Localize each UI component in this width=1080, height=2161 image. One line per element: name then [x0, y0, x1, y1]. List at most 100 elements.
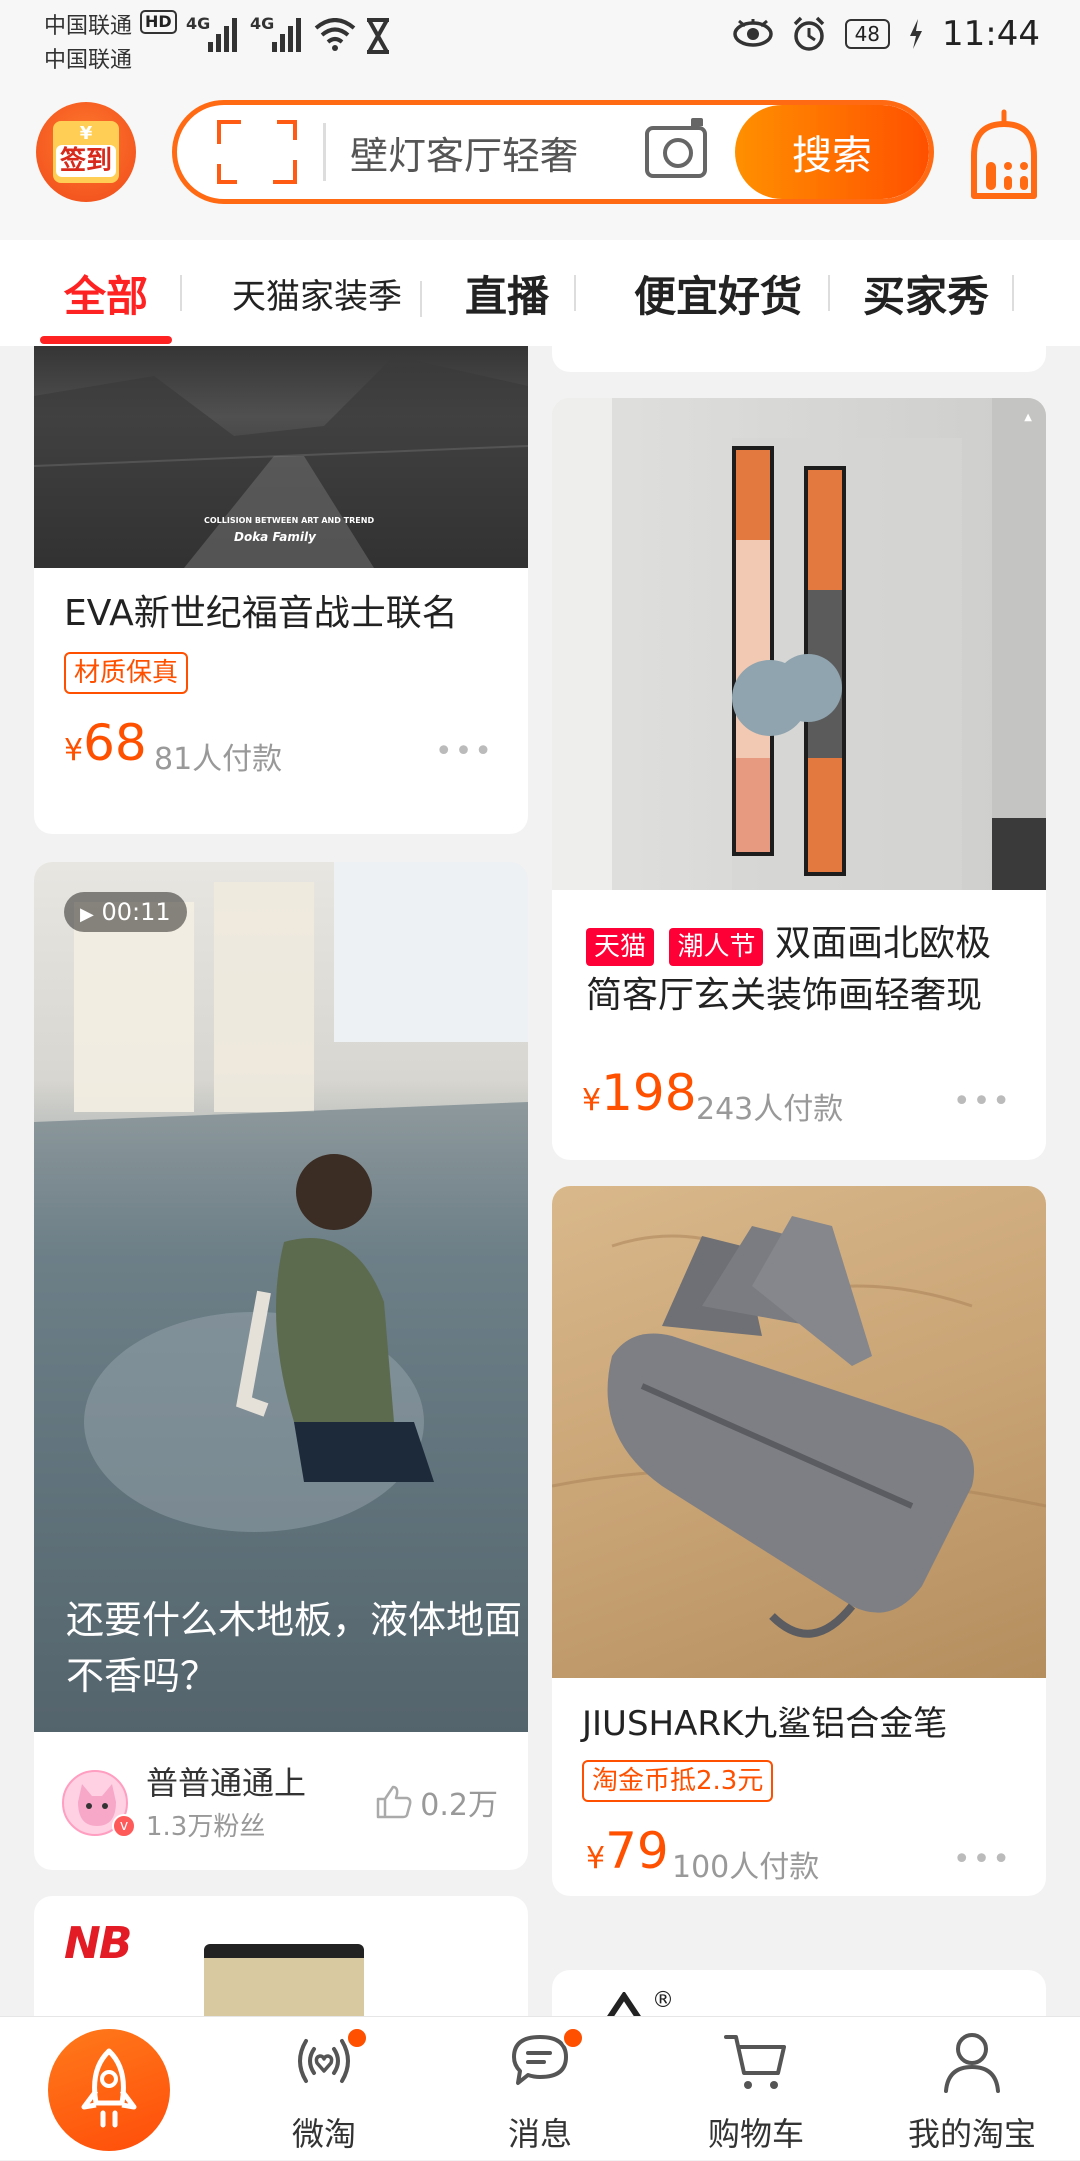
product-title: 天猫 潮人节 双面画北欧极 简客厅玄关装饰画轻奢现: [586, 918, 1026, 1022]
product-price: ¥68: [64, 714, 147, 772]
image-caption-1: COLLISION BETWEEN ART AND TREND: [204, 516, 375, 525]
play-icon: ▶: [80, 904, 94, 925]
wall-art-illustration: [552, 398, 1046, 890]
status-right-icons: 48 11:44: [732, 14, 1040, 54]
video-duration-badge: ▶ 00:11: [64, 892, 187, 932]
image-caption-2: Doka Family: [234, 530, 316, 544]
product-title-line2: 简客厅玄关装饰画轻奢现: [586, 975, 983, 1016]
product-image: ▲: [552, 398, 1046, 890]
product-price: ¥198: [582, 1064, 697, 1122]
signin-button[interactable]: 签到: [36, 102, 136, 202]
product-price: ¥79: [586, 1822, 669, 1880]
verified-icon: v: [112, 1814, 136, 1838]
tab-cheap-goods[interactable]: 便宜好货: [620, 263, 830, 324]
product-card-painting[interactable]: ▲ 天猫 潮人节 双面画北欧极 简客厅玄关装饰画轻奢现 ¥198 243人付款 …: [552, 398, 1046, 1160]
badge-row: 材质保真: [64, 652, 189, 694]
nav-my-taobao[interactable]: 我的淘宝: [864, 2017, 1080, 2161]
tab-live[interactable]: 直播: [452, 263, 576, 324]
product-image: COLLISION BETWEEN ART AND TREND Doka Fam…: [34, 346, 528, 568]
brand-logo-icon: [607, 1992, 641, 2016]
notification-dot: [346, 2027, 368, 2049]
watermark-logo: ▲: [1024, 412, 1032, 423]
price-value: 68: [83, 714, 147, 772]
hd-badge: HD: [140, 10, 177, 34]
alarm-icon: [793, 16, 824, 51]
category-tabs: 全部 天猫家装季 直播 便宜好货 买家秀: [0, 240, 1080, 346]
product-title-line1: 双面画北欧极: [774, 923, 991, 964]
like-count: 0.2万: [420, 1788, 498, 1823]
header-bar: 签到 壁灯客厅轻奢 搜索: [0, 80, 1080, 240]
currency-symbol: ¥: [64, 733, 84, 768]
paid-count: 100人付款: [672, 1850, 820, 1885]
product-card-partial-bottom[interactable]: ®: [552, 1970, 1046, 2016]
product-image: [204, 1944, 364, 2016]
paid-count: 243人付款: [696, 1092, 844, 1127]
rocket-glyph: [81, 2048, 137, 2128]
search-bar[interactable]: 壁灯客厅轻奢 搜索: [172, 100, 934, 204]
scan-icon[interactable]: [217, 120, 297, 184]
thumbs-up-icon: [377, 1785, 412, 1819]
wifi-icon: [314, 18, 356, 51]
status-bar: 中国联通 中国联通 HD 4G 4G 48 11:44: [0, 0, 1080, 80]
product-card-stand[interactable]: JIUSHARK九鲨铝合金笔 淘金币抵2.3元 ¥79 100人付款 •••: [552, 1186, 1046, 1896]
clock: 11:44: [942, 14, 1040, 54]
nav-messages[interactable]: 消息: [432, 2017, 648, 2161]
like-button[interactable]: 0.2万: [376, 1780, 498, 1824]
product-image: [552, 1186, 1046, 1678]
new-balance-logo: NB: [64, 1918, 132, 1969]
author-fans: 1.3万粉丝: [146, 1812, 266, 1842]
nav-home[interactable]: [0, 2017, 216, 2161]
red-envelope-icon: 签到: [53, 121, 119, 183]
camera-icon[interactable]: [645, 118, 707, 178]
tab-all[interactable]: 全部: [44, 263, 182, 324]
more-options-icon[interactable]: •••: [953, 1842, 1012, 1877]
product-feed[interactable]: COLLISION BETWEEN ART AND TREND Doka Fam…: [0, 346, 1080, 2016]
price-value: 79: [605, 1822, 669, 1880]
nav-cart[interactable]: 购物车: [648, 2017, 864, 2161]
signin-label: 签到: [55, 145, 116, 177]
carrier-label-1: 中国联通: [44, 14, 133, 39]
coin-discount-badge: 淘金币抵2.3元: [582, 1760, 774, 1802]
network-type-1: 4G: [186, 14, 211, 33]
shopping-cart-icon: [724, 2035, 786, 2089]
eye-icon: [732, 19, 773, 47]
paid-count: 81人付款: [154, 742, 283, 777]
carrier-label-2: 中国联通: [44, 48, 133, 73]
signal-icon-2: [272, 16, 301, 52]
search-divider: [323, 123, 326, 181]
currency-symbol: ¥: [586, 1841, 606, 1876]
search-input[interactable]: 壁灯客厅轻奢: [350, 125, 645, 180]
tab-tmall-home[interactable]: 天猫家装季: [226, 269, 422, 318]
registered-mark: ®: [652, 1988, 674, 2013]
product-title: EVA新世纪福音战士联名: [64, 593, 458, 634]
nav-weitao[interactable]: 微淘: [216, 2017, 432, 2161]
quality-badge: 材质保真: [64, 652, 189, 694]
network-type-2: 4G: [250, 14, 275, 33]
video-title: 还要什么木地板，液体地面不香吗？: [66, 1598, 523, 1698]
search-button[interactable]: 搜索: [735, 105, 929, 199]
user-profile-icon: [944, 2033, 1000, 2093]
video-card[interactable]: ▶ 00:11 还要什么木地板，液体地面不香吗？ v 普普通通上 1.3万粉丝 …: [34, 862, 528, 1870]
robot-assistant-icon[interactable]: [964, 108, 1044, 204]
product-card-nb[interactable]: NB: [34, 1896, 528, 2016]
product-card-eva[interactable]: COLLISION BETWEEN ART AND TREND Doka Fam…: [34, 346, 528, 834]
signal-icon-1: [208, 16, 237, 52]
hourglass-icon: [367, 18, 389, 54]
product-card-partial-top[interactable]: [552, 346, 1046, 372]
tab-buyer-show[interactable]: 买家秀: [852, 263, 1014, 324]
product-title: JIUSHARK九鲨铝合金笔: [582, 1704, 948, 1744]
price-value: 198: [601, 1064, 697, 1122]
currency-symbol: ¥: [582, 1083, 602, 1118]
battery-indicator: 48: [844, 19, 891, 49]
nav-cart-label: 购物车: [707, 2115, 804, 2153]
more-options-icon[interactable]: •••: [953, 1084, 1012, 1119]
nav-messages-label: 消息: [507, 2115, 572, 2153]
aluminum-stand-illustration: [552, 1216, 1046, 1638]
charging-icon: [910, 19, 923, 49]
rocket-icon[interactable]: [48, 2029, 170, 2151]
author-name[interactable]: 普普通通上: [146, 1758, 306, 1804]
nav-my-taobao-label: 我的淘宝: [907, 2115, 1036, 2153]
tmall-badge: 天猫: [586, 928, 655, 966]
active-tab-indicator: [40, 336, 172, 344]
more-options-icon[interactable]: •••: [435, 734, 494, 769]
